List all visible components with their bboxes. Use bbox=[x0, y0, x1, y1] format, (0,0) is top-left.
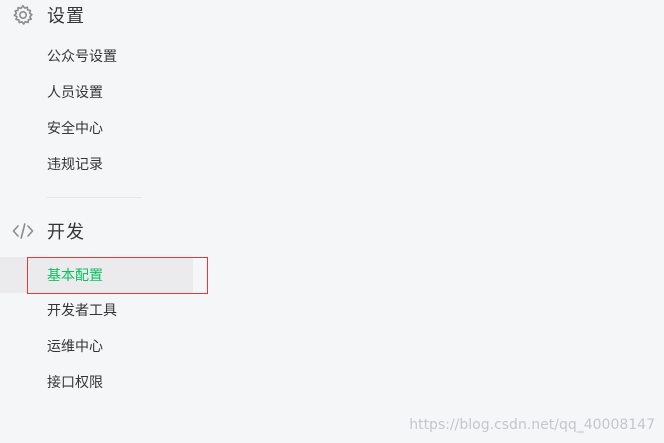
section-header-settings[interactable]: 设置 bbox=[12, 0, 85, 30]
sidebar-item-label: 开发者工具 bbox=[47, 303, 117, 319]
sidebar-item-staff-settings[interactable]: 人员设置 bbox=[0, 74, 193, 110]
sidebar-item-developer-tools[interactable]: 开发者工具 bbox=[0, 292, 193, 328]
sidebar-item-basic-config[interactable]: 基本配置 bbox=[0, 257, 193, 293]
watermark-text: https://blog.csdn.net/qq_40008147 bbox=[409, 417, 655, 433]
sidebar-item-api-permissions[interactable]: 接口权限 bbox=[0, 364, 193, 400]
section-divider bbox=[47, 197, 142, 198]
sidebar-menu: 设置 公众号设置 人员设置 安全中心 违规记录 开发 基本配置 开发者工具 运维… bbox=[0, 0, 200, 443]
sidebar-item-label: 接口权限 bbox=[47, 375, 103, 391]
gear-icon bbox=[12, 4, 34, 26]
sidebar-item-account-settings[interactable]: 公众号设置 bbox=[0, 38, 193, 74]
section-title-development: 开发 bbox=[47, 222, 85, 243]
section-title-settings: 设置 bbox=[47, 6, 85, 27]
sidebar-item-label: 人员设置 bbox=[47, 85, 103, 101]
sidebar-item-label: 公众号设置 bbox=[47, 49, 117, 65]
sidebar-item-label: 安全中心 bbox=[47, 121, 103, 137]
sidebar-item-label: 违规记录 bbox=[47, 157, 103, 173]
section-header-development[interactable]: 开发 bbox=[12, 216, 85, 246]
sidebar-item-ops-center[interactable]: 运维中心 bbox=[0, 328, 193, 364]
code-icon bbox=[12, 220, 34, 242]
sidebar-item-label: 运维中心 bbox=[47, 339, 103, 355]
sidebar-item-label: 基本配置 bbox=[47, 268, 103, 284]
sidebar-item-violation-records[interactable]: 违规记录 bbox=[0, 146, 193, 182]
sidebar-item-security-center[interactable]: 安全中心 bbox=[0, 110, 193, 146]
